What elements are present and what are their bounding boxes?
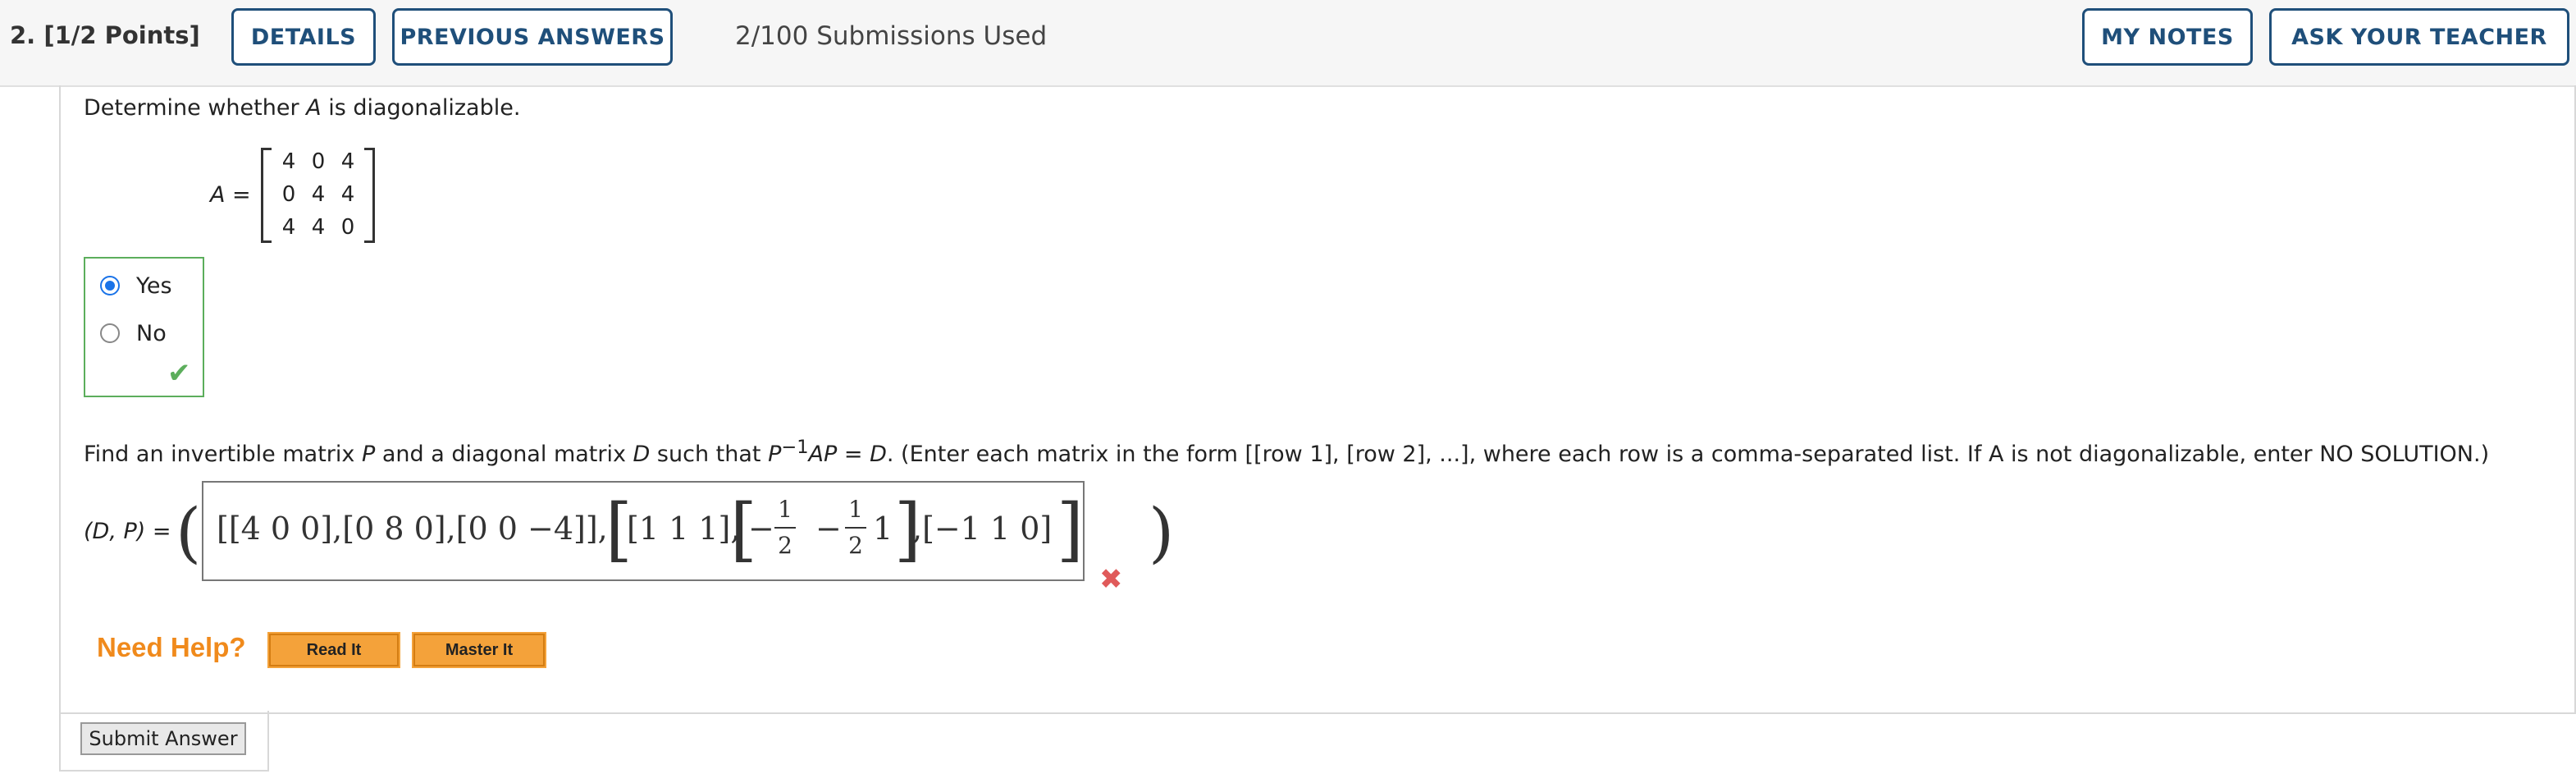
answer-p-one: 1 — [873, 511, 893, 547]
choice-group: Yes No ✔ — [84, 257, 204, 397]
frac1-den: 2 — [778, 532, 792, 559]
part2-d: D — [633, 442, 651, 467]
matrix-cell: 0 — [281, 182, 296, 207]
p-close-bracket: ] — [1057, 489, 1084, 570]
answer-p-minus: − — [815, 511, 842, 547]
correct-check-icon: ✔ — [167, 357, 191, 390]
part2-mid1: and a diagonal matrix — [375, 442, 633, 467]
matrix-cell: 4 — [281, 149, 296, 174]
choice-label-no: No — [136, 321, 167, 346]
frac1-bar — [774, 527, 796, 529]
question-header: 2. [1/2 Points] DETAILS PREVIOUS ANSWERS… — [0, 0, 2576, 87]
part1-prompt: Determine whether A is diagonalizable. — [84, 95, 520, 121]
part2-eq-d: D — [870, 442, 887, 467]
details-button[interactable]: DETAILS — [231, 8, 376, 66]
part2-eq-p: P — [768, 442, 782, 467]
part2-instructions: . (Enter each matrix in the form [[row 1… — [886, 442, 2490, 467]
frac1-num: 1 — [778, 496, 792, 523]
matrix-label-text: A = — [210, 182, 251, 208]
frac2-bar — [845, 527, 866, 529]
question-number: 2. [1/2 Points] — [10, 21, 200, 49]
matrix-right-bracket — [364, 148, 375, 243]
part2-eq-rest: AP — [808, 442, 838, 467]
my-notes-button[interactable]: MY NOTES — [2082, 8, 2253, 66]
answer-p-row3: ,[−1 1 0] — [912, 511, 1053, 547]
prompt-prefix: Determine whether — [84, 95, 307, 121]
ask-your-teacher-button[interactable]: ASK YOUR TEACHER — [2269, 8, 2569, 66]
points-text: [1/2 Points] — [43, 21, 200, 49]
matrix-cell: 4 — [311, 215, 326, 240]
prompt-suffix: is diagonalizable. — [321, 95, 521, 121]
submissions-used: 2/100 Submissions Used — [735, 21, 1048, 51]
choice-label-yes: Yes — [136, 273, 172, 299]
question-panel — [59, 85, 2576, 714]
matrix-cell: 4 — [340, 149, 355, 174]
radio-yes[interactable] — [100, 276, 120, 295]
matrix-cell: 0 — [340, 215, 355, 240]
answer-p-row1: [1 1 1], — [627, 511, 741, 547]
submit-answer-button[interactable]: Submit Answer — [80, 722, 246, 755]
part2-p: P — [361, 442, 376, 467]
read-it-button[interactable]: Read It — [267, 632, 400, 668]
matrix-cell: 0 — [311, 149, 326, 174]
need-help-label: Need Help? — [97, 632, 246, 662]
prompt-var: A — [306, 95, 322, 121]
matrix-cell: 4 — [311, 182, 326, 207]
radio-no[interactable] — [100, 323, 120, 343]
part2-eq-eq: = — [837, 442, 870, 467]
part2-prompt: Find an invertible matrix P and a diagon… — [84, 437, 2489, 467]
previous-answers-button[interactable]: PREVIOUS ANSWERS — [392, 8, 673, 66]
incorrect-x-icon: ✖ — [1099, 563, 1123, 596]
answer-input[interactable]: [[4 0 0],[0 8 0],[0 0 −4]], [ [1 1 1], [… — [202, 481, 1085, 581]
answer-label: (D, P) = — [84, 519, 171, 544]
matrix-cell: 4 — [281, 215, 296, 240]
master-it-button[interactable]: Master It — [412, 632, 546, 668]
frac2-den: 2 — [848, 532, 863, 559]
part2-eq-exp: −1 — [781, 437, 809, 458]
matrix-cell: 4 — [340, 182, 355, 207]
open-paren: ( — [176, 494, 202, 570]
part2-prefix: Find an invertible matrix — [84, 442, 362, 467]
close-paren: ) — [1149, 494, 1175, 570]
answer-p-sign: − — [748, 511, 774, 547]
frac2-num: 1 — [848, 496, 863, 523]
panel-left-border — [59, 85, 61, 772]
answer-d-matrix: [[4 0 0],[0 8 0],[0 0 −4]], — [217, 511, 608, 547]
question-number-text: 2. — [10, 21, 36, 49]
answer-label-text: (D, P) = — [84, 519, 171, 544]
matrix-label: A = — [210, 182, 251, 208]
part2-mid2: such that — [650, 442, 769, 467]
matrix-left-bracket — [261, 148, 272, 243]
